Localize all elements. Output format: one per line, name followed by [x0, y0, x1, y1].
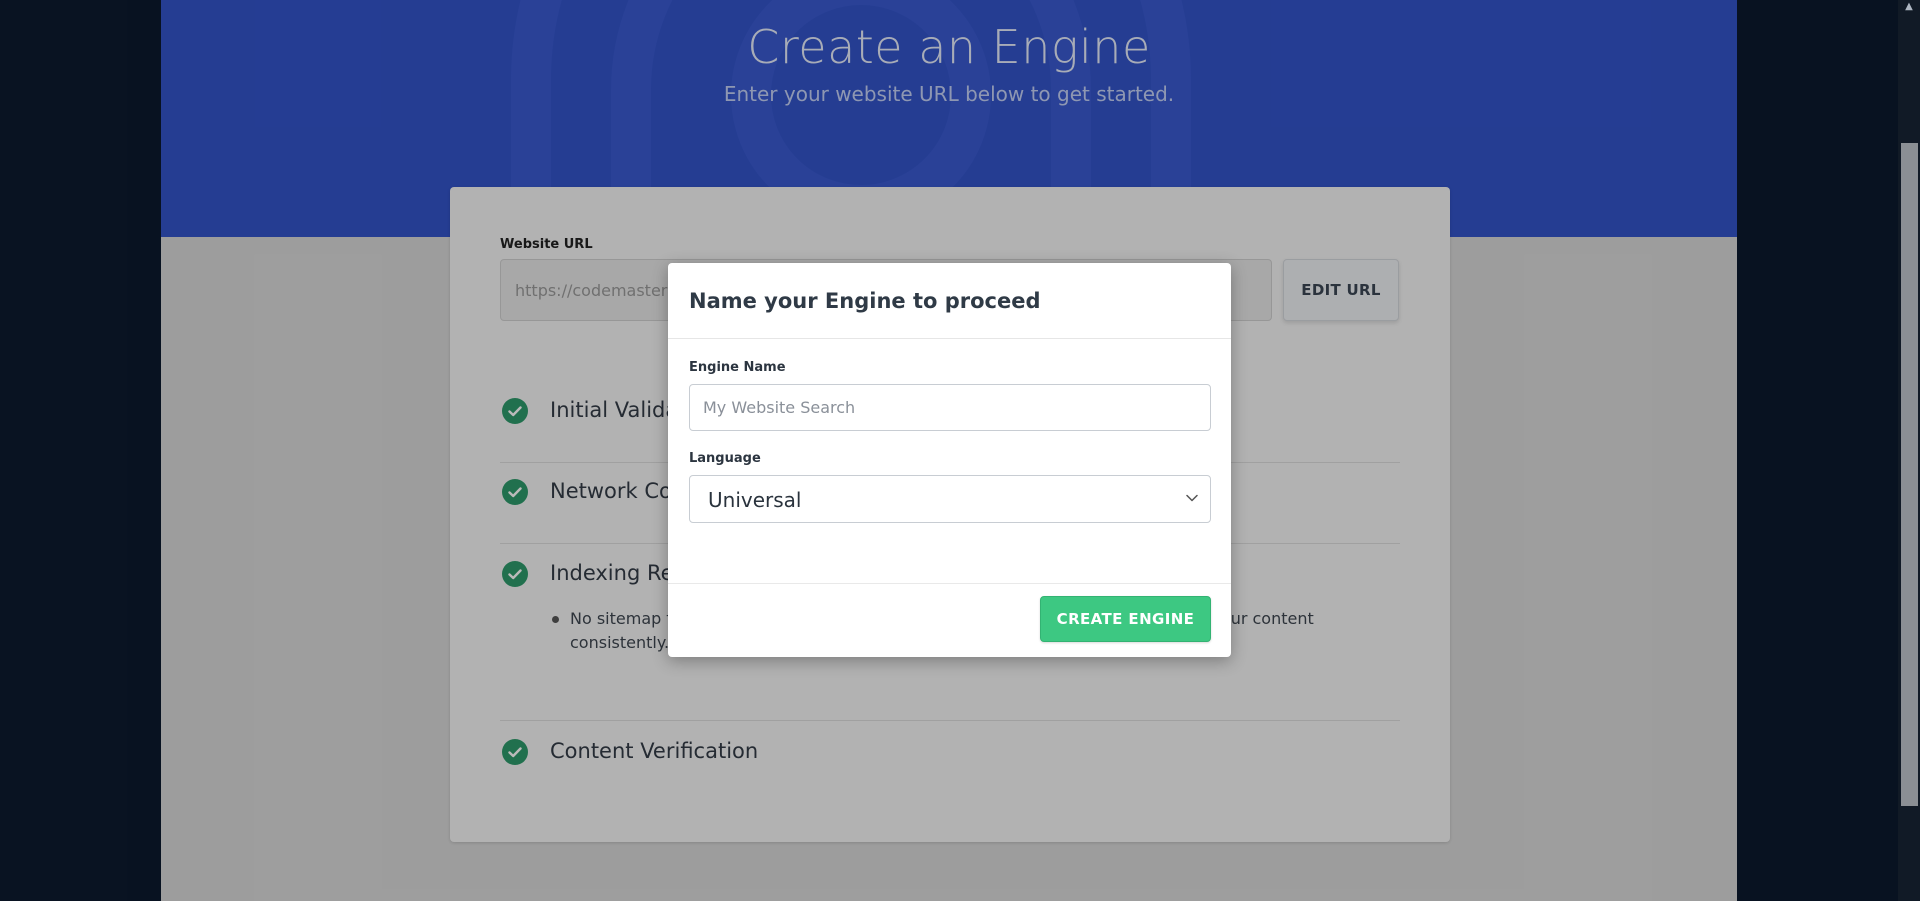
scrollbar[interactable]: ▲ [1898, 0, 1920, 901]
arrow-up-icon[interactable]: ▲ [1904, 2, 1914, 12]
engine-name-label: Engine Name [689, 360, 786, 375]
chevron-down-icon [1186, 494, 1198, 502]
name-engine-modal: Name your Engine to proceed Engine Name … [668, 263, 1231, 657]
modal-header: Name your Engine to proceed [668, 263, 1231, 339]
scrollbar-thumb[interactable] [1901, 143, 1918, 806]
engine-name-input[interactable] [689, 384, 1211, 431]
modal-title: Name your Engine to proceed [689, 289, 1041, 313]
create-engine-button[interactable]: CREATE ENGINE [1040, 596, 1211, 642]
language-select[interactable]: Universal [689, 475, 1211, 523]
language-label: Language [689, 451, 761, 466]
language-selected-value: Universal [708, 488, 802, 512]
